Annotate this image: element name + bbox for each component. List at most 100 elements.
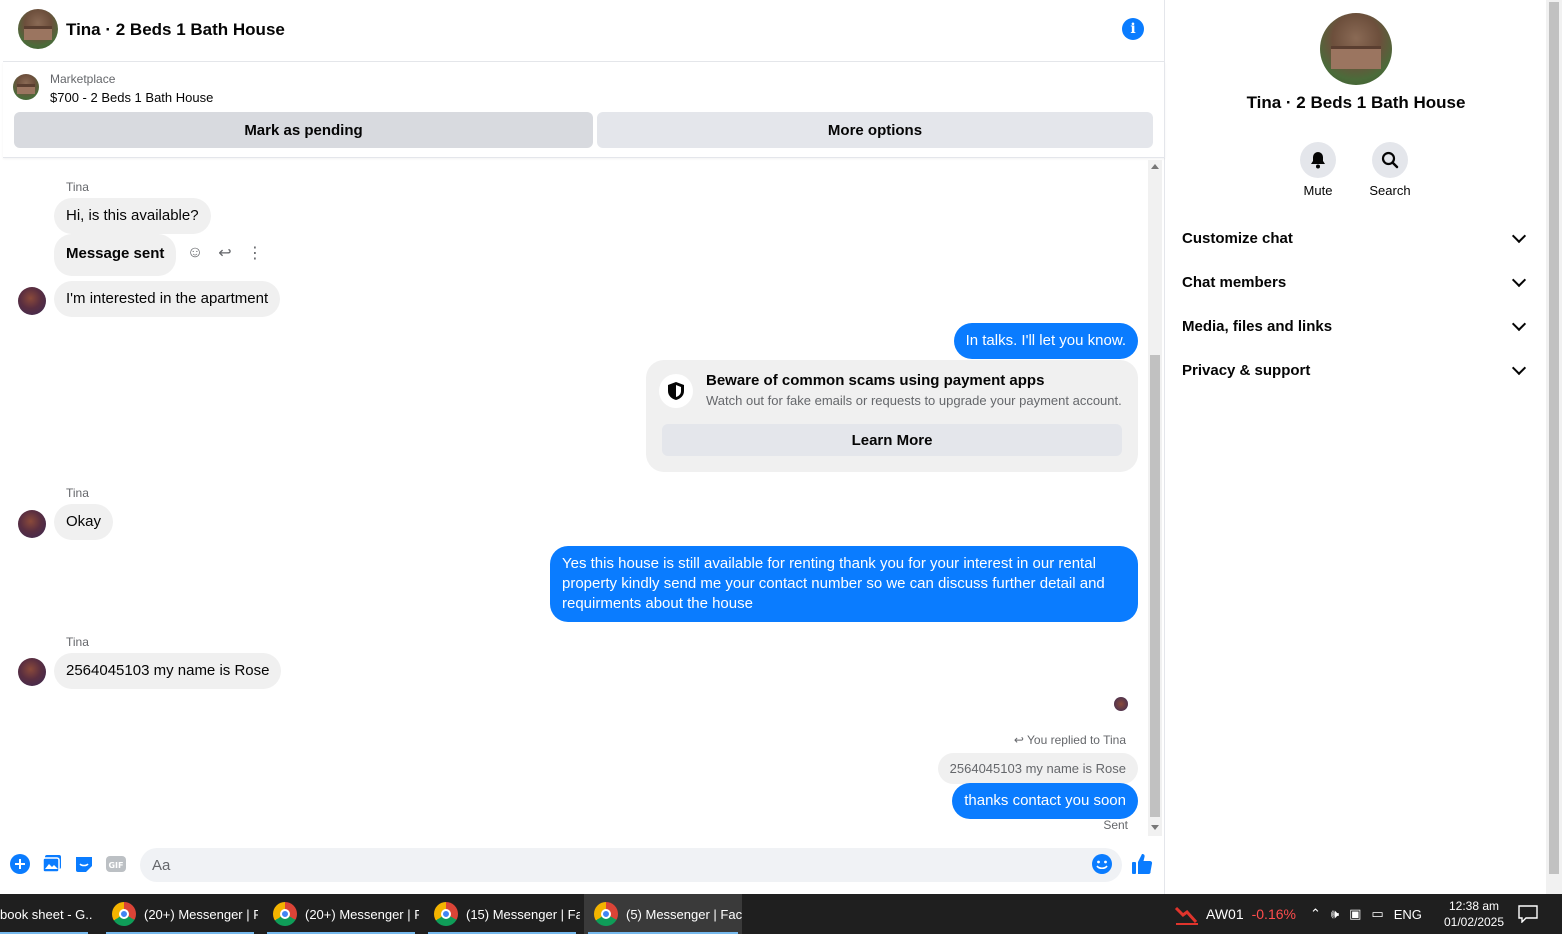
network-icon[interactable]: ▭ — [1371, 906, 1383, 922]
mute-label: Mute — [1303, 183, 1333, 198]
stock-widget[interactable]: AW01 -0.16% — [1174, 894, 1296, 934]
reply-icon: ↩ — [1013, 733, 1028, 747]
system-tray: ⌃ 🕪 ▣ ▭ ENG — [1310, 894, 1422, 934]
chevron-down-icon — [1511, 360, 1527, 376]
reply-note: ↩ You replied to Tina — [1014, 733, 1126, 747]
message-bubble[interactable]: Message sent — [54, 234, 177, 276]
listing-thumbnail[interactable] — [13, 74, 39, 100]
clock-date: 01/02/2025 — [1443, 915, 1505, 929]
message-bubble[interactable]: I'm interested in the apartment — [54, 281, 281, 317]
sticker-icon[interactable] — [73, 853, 95, 875]
message-bubble-outgoing[interactable]: thanks contact you soon — [952, 783, 1138, 819]
sender-avatar[interactable] — [18, 287, 46, 315]
scroll-up-icon[interactable] — [1151, 164, 1159, 169]
emoji-icon[interactable] — [1091, 853, 1113, 875]
page-scrollbar-thumb[interactable] — [1549, 2, 1559, 874]
scroll-down-icon[interactable] — [1151, 825, 1159, 830]
taskbar-item[interactable]: (20+) Messenger | F... — [263, 894, 419, 934]
taskbar-item[interactable]: (15) Messenger | Fa... — [424, 894, 580, 934]
mute-action[interactable]: Mute — [1288, 142, 1348, 198]
section-label: Customize chat — [1182, 229, 1293, 247]
section-privacy-support[interactable]: Privacy & support — [1182, 350, 1530, 390]
search-label: Search — [1369, 183, 1411, 198]
device-icon[interactable]: ▣ — [1349, 906, 1361, 922]
sender-name: Tina — [66, 635, 89, 649]
search-icon[interactable] — [1372, 142, 1408, 178]
message-input-wrapper — [140, 848, 1122, 882]
reply-icon[interactable]: ↩ — [216, 244, 234, 262]
chrome-icon — [273, 902, 297, 926]
section-customize-chat[interactable]: Customize chat — [1182, 218, 1530, 258]
windows-taskbar: book sheet - G... (20+) Messenger | F...… — [0, 894, 1562, 934]
notification-icon[interactable] — [1518, 894, 1538, 934]
messenger-app: Tina · 2 Beds 1 Bath House i Marketplace… — [0, 0, 1562, 894]
section-chat-members[interactable]: Chat members — [1182, 262, 1530, 302]
section-label: Media, files and links — [1182, 317, 1333, 335]
taskbar-item-label: (5) Messenger | Fac... — [626, 906, 742, 922]
language-indicator[interactable]: ENG — [1394, 907, 1422, 922]
taskbar-item-label: (20+) Messenger | F... — [144, 906, 258, 922]
scrollbar-thumb[interactable] — [1150, 355, 1160, 817]
shield-icon — [659, 374, 693, 408]
listing-price-title[interactable]: $700 - 2 Beds 1 Bath House — [50, 90, 213, 105]
clock-time: 12:38 am — [1448, 899, 1500, 913]
speaker-icon[interactable]: 🕪 — [1331, 906, 1339, 922]
message-bubble-outgoing[interactable]: In talks. I'll let you know. — [953, 323, 1138, 359]
chat-avatar[interactable] — [18, 9, 58, 49]
chevron-down-icon — [1511, 228, 1527, 244]
taskbar-item-active[interactable]: (5) Messenger | Fac... — [584, 894, 742, 934]
chevron-up-icon[interactable]: ⌃ — [1310, 906, 1321, 922]
quoted-message[interactable]: 2564045103 my name is Rose — [937, 753, 1138, 784]
chevron-down-icon — [1511, 272, 1527, 288]
info-icon[interactable]: i — [1122, 18, 1144, 40]
conversation-avatar[interactable] — [1320, 13, 1392, 85]
taskbar-item-label: (20+) Messenger | F... — [305, 906, 419, 922]
message-composer: GIF — [3, 842, 1165, 890]
gif-icon[interactable]: GIF — [105, 853, 127, 875]
section-media-files-links[interactable]: Media, files and links — [1182, 306, 1530, 346]
sender-name: Tina — [66, 486, 89, 500]
chat-title[interactable]: Tina · 2 Beds 1 Bath House — [66, 20, 285, 40]
page-scrollbar[interactable] — [1546, 0, 1562, 894]
sender-avatar[interactable] — [18, 510, 46, 538]
chrome-icon — [434, 902, 458, 926]
message-bubble[interactable]: Okay — [54, 504, 114, 540]
message-scrollbar[interactable] — [1148, 160, 1162, 836]
scam-title: Beware of common scams using payment app… — [706, 372, 1045, 389]
listing-bar: Marketplace $700 - 2 Beds 1 Bath House M… — [3, 62, 1165, 158]
more-icon[interactable]: ⋮ — [246, 244, 264, 262]
sender-name: Tina — [66, 180, 89, 194]
react-icon[interactable]: ☺ — [186, 244, 204, 262]
section-label: Privacy & support — [1182, 361, 1311, 379]
sender-avatar[interactable] — [18, 658, 46, 686]
scam-body: Watch out for fake emails or requests to… — [706, 393, 1122, 408]
message-input[interactable] — [152, 848, 1072, 882]
plus-icon[interactable] — [9, 853, 31, 875]
clock[interactable]: 12:38 am 01/02/2025 — [1440, 898, 1508, 930]
taskbar-item[interactable]: book sheet - G... — [0, 894, 92, 934]
photo-icon[interactable] — [41, 853, 63, 875]
message-bubble[interactable]: 2564045103 my name is Rose — [54, 653, 282, 689]
chat-header: Tina · 2 Beds 1 Bath House i — [3, 0, 1165, 62]
conversation-info-panel: Tina · 2 Beds 1 Bath House Mute Search C… — [1166, 0, 1546, 894]
seen-indicator-avatar — [1114, 697, 1128, 711]
chat-panel: Tina · 2 Beds 1 Bath House i Marketplace… — [3, 0, 1165, 894]
message-list: Tina Hi, is this available? Message sent… — [3, 160, 1146, 840]
taskbar-item[interactable]: (20+) Messenger | F... — [102, 894, 258, 934]
conversation-name: Tina · 2 Beds 1 Bath House — [1246, 93, 1466, 112]
stock-chart-icon — [1174, 904, 1198, 925]
message-bubble[interactable]: Hi, is this available? — [54, 198, 211, 234]
bell-icon[interactable] — [1300, 142, 1336, 178]
sent-status: Sent — [1103, 818, 1128, 832]
message-actions: ☺ ↩ ⋮ — [186, 244, 264, 262]
message-bubble-outgoing[interactable]: Yes this house is still available for re… — [550, 546, 1138, 622]
chevron-down-icon — [1511, 316, 1527, 332]
taskbar-item-label: book sheet - G... — [0, 906, 92, 922]
mark-as-pending-button[interactable]: Mark as pending — [14, 112, 593, 148]
search-action[interactable]: Search — [1360, 142, 1420, 198]
learn-more-button[interactable]: Learn More — [662, 424, 1122, 456]
svg-text:GIF: GIF — [108, 861, 123, 870]
more-options-button[interactable]: More options — [597, 112, 1153, 148]
like-icon[interactable] — [1131, 853, 1153, 875]
taskbar-item-label: (15) Messenger | Fa... — [466, 906, 580, 922]
